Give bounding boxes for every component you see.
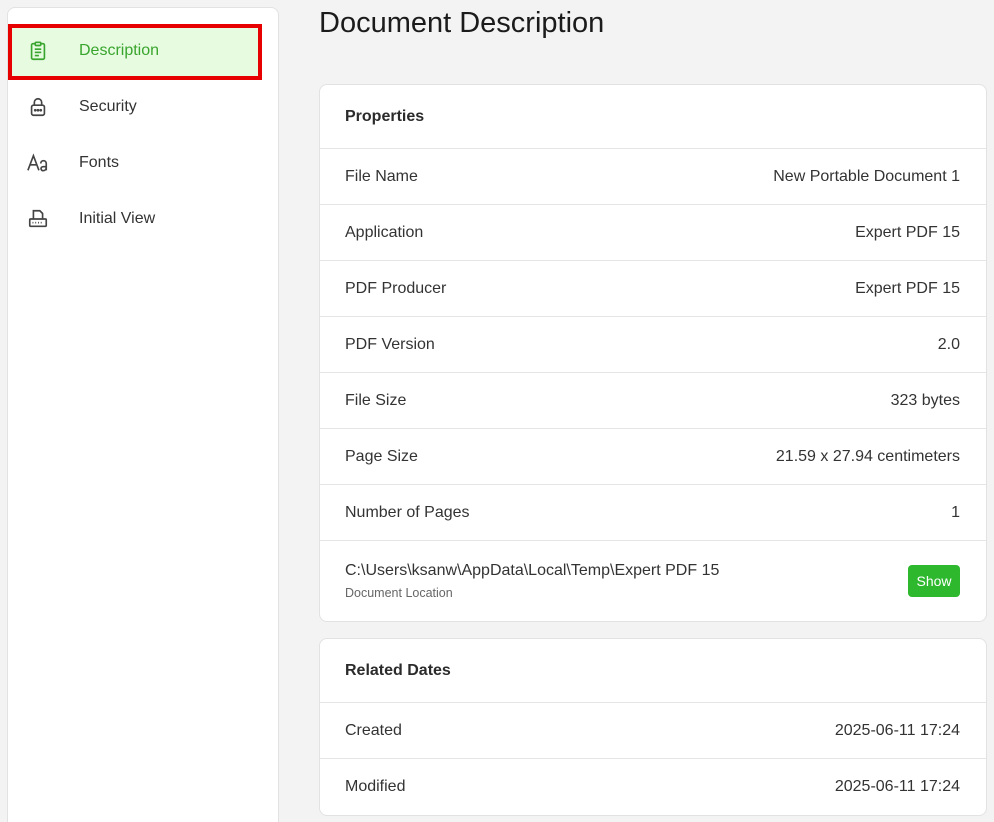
related-dates-card: Related Dates Created 2025-06-11 17:24 M… (319, 638, 987, 816)
sidebar: Description Security Fonts Initial View (7, 7, 279, 822)
row-value: 2.0 (937, 335, 960, 353)
lock-icon (26, 95, 50, 119)
font-icon (26, 151, 50, 175)
table-row: Application Expert PDF 15 (320, 205, 986, 261)
table-row: Number of Pages 1 (320, 485, 986, 541)
table-row: File Size 323 bytes (320, 373, 986, 429)
sidebar-item-description[interactable]: Description (12, 26, 262, 76)
table-row: Page Size 21.59 x 27.94 centimeters (320, 429, 986, 485)
document-location-row: C:\Users\ksanw\AppData\Local\Temp\Expert… (320, 541, 986, 621)
row-label: PDF Version (345, 335, 435, 353)
sidebar-item-label: Description (79, 42, 160, 59)
page-title: Document Description (319, 7, 605, 39)
row-value: 323 bytes (890, 391, 960, 409)
table-row: Created 2025-06-11 17:24 (320, 703, 986, 759)
document-location-caption: Document Location (345, 586, 453, 600)
row-label: File Name (345, 167, 418, 185)
properties-header: Properties (320, 85, 986, 149)
sidebar-item-fonts[interactable]: Fonts (12, 138, 262, 188)
table-row: PDF Producer Expert PDF 15 (320, 261, 986, 317)
row-value: 2025-06-11 17:24 (834, 778, 960, 795)
row-label: Page Size (345, 447, 418, 465)
row-label: Modified (345, 778, 406, 795)
row-label: Number of Pages (345, 503, 470, 521)
sidebar-item-initial-view[interactable]: Initial View (12, 194, 262, 244)
row-value: Expert PDF 15 (855, 223, 960, 241)
related-dates-header: Related Dates (320, 639, 986, 703)
row-label: Created (345, 721, 402, 739)
sidebar-item-security[interactable]: Security (12, 82, 262, 132)
row-value: New Portable Document 1 (773, 167, 960, 185)
row-value: 1 (951, 503, 960, 521)
printer-icon (26, 207, 50, 231)
show-location-button[interactable]: Show (908, 565, 960, 597)
properties-card: Properties File Name New Portable Docume… (319, 84, 987, 622)
clipboard-icon (26, 39, 50, 63)
document-location-path: C:\Users\ksanw\AppData\Local\Temp\Expert… (345, 562, 720, 579)
sidebar-item-label: Initial View (79, 210, 156, 227)
document-location: C:\Users\ksanw\AppData\Local\Temp\Expert… (345, 562, 719, 600)
row-value: 2025-06-11 17:24 (834, 721, 960, 739)
table-row: PDF Version 2.0 (320, 317, 986, 373)
row-label: File Size (345, 391, 407, 409)
row-label: PDF Producer (345, 279, 447, 297)
table-row: Modified 2025-06-11 17:24 (320, 759, 986, 815)
sidebar-item-label: Fonts (79, 154, 120, 171)
row-label: Application (345, 223, 424, 241)
row-value: 21.59 x 27.94 centimeters (775, 447, 960, 465)
sidebar-item-label: Security (79, 98, 137, 115)
row-value: Expert PDF 15 (855, 279, 960, 297)
table-row: File Name New Portable Document 1 (320, 149, 986, 205)
